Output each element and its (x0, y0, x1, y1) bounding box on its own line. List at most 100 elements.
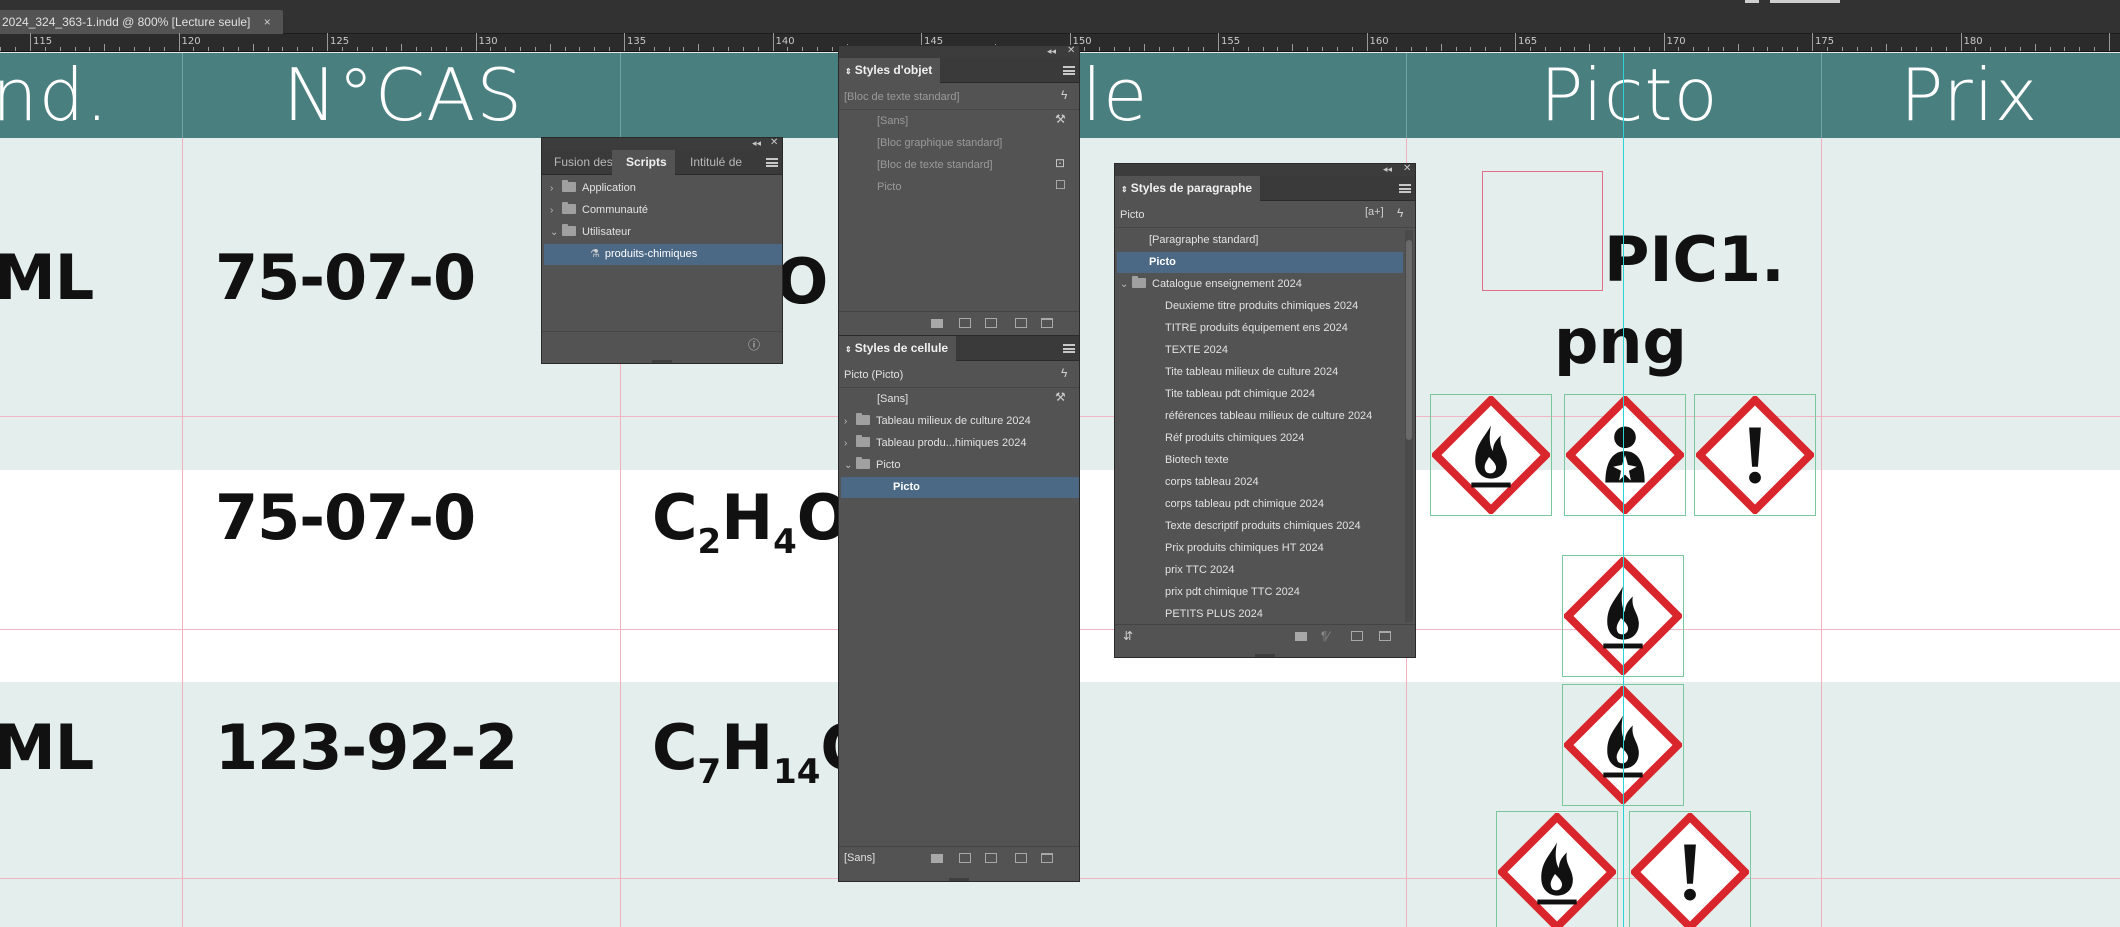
paragraph-style-item[interactable]: Réf produits chimiques 2024 (1165, 428, 1304, 449)
paragraph-style-item[interactable]: Prix produits chimiques HT 2024 (1165, 538, 1324, 559)
tab-script-label[interactable]: Intitulé de (682, 150, 750, 175)
collapse-icon[interactable]: ◂◂ (1047, 46, 1056, 57)
empty-image-frame[interactable] (1482, 171, 1603, 291)
new-group-icon[interactable] (931, 854, 943, 863)
load-styles-icon[interactable] (959, 318, 971, 328)
paragraph-style-item[interactable]: Tite tableau pdt chimique 2024 (1165, 384, 1315, 405)
script-folder-user[interactable]: ⌄ Utilisateur (550, 222, 780, 243)
clear-overrides-icon[interactable]: ⚒ (1055, 112, 1066, 126)
trash-icon[interactable] (1379, 631, 1391, 641)
new-style-icon[interactable] (1351, 631, 1363, 641)
chevron-down-icon[interactable]: ⌄ (1120, 274, 1132, 295)
cell-style-item-selected[interactable]: Picto (841, 477, 1079, 498)
tab-data-merge[interactable]: Fusion des (546, 150, 621, 175)
paragraph-style-item[interactable]: corps tableau 2024 (1165, 472, 1259, 493)
script-item[interactable]: ⚗ produits-chimiques (544, 244, 782, 265)
object-style-item[interactable]: [Sans] (877, 111, 908, 132)
paragraph-style-item[interactable]: prix pdt chimique TTC 2024 (1165, 582, 1300, 603)
new-style-icon[interactable] (1015, 318, 1027, 328)
close-tab-icon[interactable]: × (264, 15, 271, 29)
panel-menu-icon[interactable] (1063, 66, 1075, 75)
tab-cell-styles[interactable]: ⇕ Styles de cellule (839, 336, 957, 361)
info-icon[interactable]: ⓘ (748, 336, 760, 353)
chevron-right-icon[interactable]: › (550, 200, 562, 221)
collapse-icon[interactable]: ◂◂ (752, 138, 761, 149)
clear-icon[interactable] (985, 853, 997, 863)
toolbar-field[interactable] (1770, 0, 1840, 3)
chevron-right-icon[interactable]: › (550, 178, 562, 199)
ruler-tick (787, 47, 789, 51)
paragraph-style-folder[interactable]: ⌄ Catalogue enseignement 2024 (1120, 274, 1302, 295)
load-styles-icon[interactable] (959, 853, 971, 863)
cell-cas-number: 75-07-0 (215, 481, 476, 554)
cell-style-folder[interactable]: › Tableau milieux de culture 2024 (844, 411, 1031, 432)
ruler-tick (1604, 47, 1606, 51)
paragraph-style-item[interactable]: Biotech texte (1165, 450, 1229, 471)
lightning-icon[interactable]: ϟ (1061, 366, 1067, 380)
object-style-item[interactable]: [Bloc de texte standard] (877, 155, 993, 176)
close-panel-icon[interactable]: ✕ (1403, 163, 1411, 174)
cell-style-item[interactable]: [Sans] (877, 389, 908, 410)
panel-titlebar[interactable]: ◂◂ ✕ (542, 137, 782, 150)
object-style-item[interactable]: [Bloc graphique standard] (877, 133, 1002, 154)
ruler-guide[interactable] (1623, 53, 1624, 927)
object-style-item[interactable]: Picto (877, 177, 901, 198)
paragraph-style-item[interactable]: Tite tableau milieux de culture 2024 (1165, 362, 1338, 383)
cell-style-folder[interactable]: ⌄ Picto (844, 455, 900, 476)
paragraph-style-item[interactable]: prix TTC 2024 (1165, 560, 1235, 581)
scrollbar[interactable] (1405, 230, 1413, 622)
lightning-icon[interactable]: ϟ (1397, 206, 1403, 220)
new-style-from-selection-icon[interactable]: [a+] (1365, 206, 1384, 218)
clear-icon[interactable] (985, 318, 997, 328)
load-styles-icon[interactable]: ⇵ (1123, 629, 1133, 643)
lightning-icon[interactable]: ϟ (1061, 88, 1067, 102)
paragraph-style-item-selected[interactable]: Picto (1117, 252, 1403, 273)
tab-paragraph-styles[interactable]: ⇕ Styles de paragraphe (1115, 176, 1261, 201)
panel-menu-icon[interactable] (1399, 184, 1411, 193)
chevron-right-icon[interactable]: › (844, 433, 856, 454)
flame-pictogram[interactable] (1430, 394, 1552, 516)
script-folder-community[interactable]: › Communauté (550, 200, 780, 221)
trash-icon[interactable] (1041, 853, 1053, 863)
paragraph-style-item[interactable]: Deuxieme titre produits chimiques 2024 (1165, 296, 1358, 317)
scripts-panel[interactable]: ◂◂ ✕ Fusion des Scripts Intitulé de › App… (541, 137, 783, 364)
object-styles-panel[interactable]: ◂◂ ✕ ⇕ Styles d'objet [Bloc de texte stan… (838, 45, 1080, 335)
new-group-icon[interactable] (1295, 632, 1307, 641)
clear-overrides-icon[interactable]: ⚒ (1055, 390, 1066, 404)
toolbar-control[interactable] (1745, 0, 1759, 3)
exclamation-pictogram[interactable] (1694, 394, 1816, 516)
paragraph-styles-panel[interactable]: ◂◂ ✕ ⇕ Styles de paragraphe Picto [a+] ϟ … (1114, 163, 1416, 658)
panel-menu-icon[interactable] (1063, 344, 1075, 353)
close-panel-icon[interactable]: ✕ (770, 137, 778, 148)
chevron-down-icon[interactable]: ⌄ (844, 455, 856, 476)
paragraph-style-item[interactable]: références tableau milieux de culture 20… (1165, 406, 1372, 427)
document-tab[interactable]: 2024_324_363-1.indd @ 800% [Lecture seul… (0, 10, 283, 34)
chevron-right-icon[interactable]: › (844, 411, 856, 432)
health-hazard-pictogram[interactable] (1564, 394, 1686, 516)
paragraph-style-item[interactable]: PETITS PLUS 2024 (1165, 604, 1263, 625)
paragraph-style-item[interactable]: TITRE produits équipement ens 2024 (1165, 318, 1348, 339)
panel-menu-icon[interactable] (766, 158, 778, 167)
cell-style-folder[interactable]: › Tableau produ...himiques 2024 (844, 433, 1026, 454)
scrollbar-thumb[interactable] (1406, 240, 1412, 440)
paragraph-style-item[interactable]: [Paragraphe standard] (1149, 230, 1258, 251)
trash-icon[interactable] (1041, 318, 1053, 328)
close-panel-icon[interactable]: ✕ (1067, 45, 1075, 56)
flame-pictogram[interactable] (1496, 811, 1618, 927)
collapse-icon[interactable]: ◂◂ (1383, 164, 1392, 175)
cell-styles-panel[interactable]: ⇕ Styles de cellule Picto (Picto) ϟ [Sans… (838, 335, 1080, 882)
paragraph-style-item[interactable]: Texte descriptif produits chimiques 2024 (1165, 516, 1361, 537)
paragraph-style-item[interactable]: TEXTE 2024 (1165, 340, 1228, 361)
tab-scripts[interactable]: Scripts (612, 150, 675, 175)
new-style-icon[interactable] (1015, 853, 1027, 863)
chevron-down-icon[interactable]: ⌄ (550, 222, 562, 243)
tab-object-styles[interactable]: ⇕ Styles d'objet (839, 58, 941, 83)
ruler-tick (1648, 47, 1650, 51)
clear-overrides-icon[interactable]: ¶⁄ (1321, 629, 1329, 643)
exclamation-pictogram[interactable] (1629, 811, 1751, 927)
new-group-icon[interactable] (931, 319, 943, 328)
paragraph-style-item[interactable]: corps tableau pdt chimique 2024 (1165, 494, 1324, 515)
script-folder-application[interactable]: › Application (550, 178, 780, 199)
panel-titlebar[interactable]: ◂◂ ✕ (1115, 163, 1415, 176)
panel-titlebar[interactable]: ◂◂ ✕ (839, 45, 1079, 58)
